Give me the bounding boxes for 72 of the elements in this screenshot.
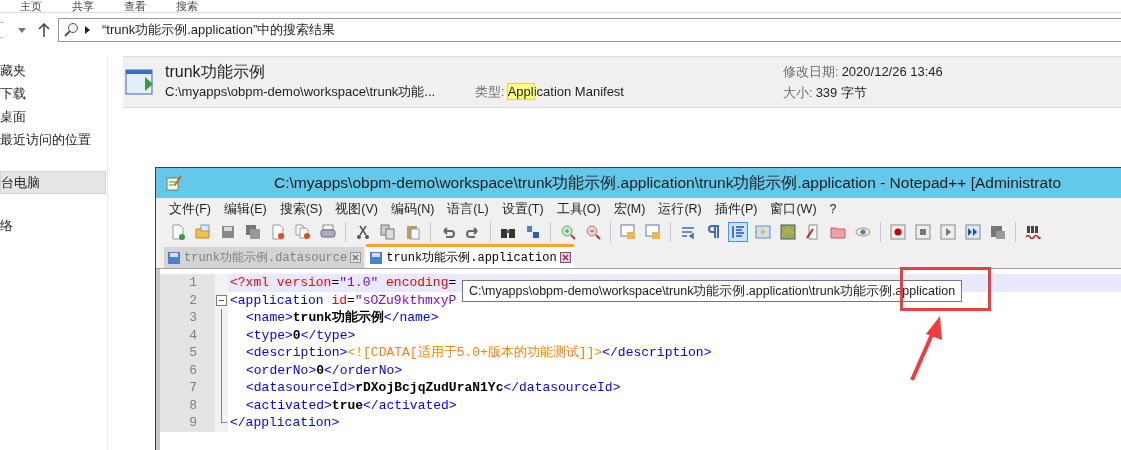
date-label: 修改日期: [783, 62, 839, 81]
window-title: C:\myapps\obpm-demo\workspace\trunk功能示例.application\trunk功能示例.application - Notepad++ [Administrato [274, 173, 1062, 194]
ribbon-tab[interactable]: 搜索 [176, 0, 198, 12]
menu-item[interactable]: 编辑(E) [223, 199, 267, 219]
window-lock-icon[interactable] [643, 221, 663, 242]
line-number: 9 [160, 414, 215, 432]
ribbon-tab[interactable]: 共享 [72, 0, 94, 12]
line-number: 3 [160, 309, 215, 327]
code-line: <type>0</type> [245, 326, 356, 345]
type-value: Application Manifest [507, 83, 624, 102]
line-number: 1 [160, 274, 215, 292]
sidebar-item[interactable]: 台电脑 [0, 171, 106, 194]
menu-item[interactable]: 语言(L) [447, 199, 489, 219]
ribbon-tab[interactable]: 查看 [124, 0, 146, 12]
caret-icon[interactable] [18, 27, 26, 33]
code-line: <name>trunk功能示例</name> [245, 309, 439, 327]
size-value: 339 字节 [815, 84, 867, 102]
code-line: <orderNo>0</orderNo> [245, 361, 403, 380]
menu-item[interactable]: 文件(F) [169, 199, 211, 219]
code-line: <datasourceId>rDXojBcjqZudUraN1Yc</datasourceId> [245, 379, 621, 397]
ribbon-tab[interactable]: 主页 [20, 0, 42, 12]
close-icon[interactable] [559, 252, 571, 263]
open-file-icon[interactable] [193, 221, 213, 242]
sidebar-item[interactable]: 最近访问的位置 [0, 128, 106, 151]
address-text: “trunk功能示例.application”中的搜索结果 [102, 21, 336, 40]
save-icon [167, 250, 181, 265]
type-label: 类型: [475, 83, 505, 102]
menu-item[interactable]: 插件(P) [714, 199, 758, 219]
file-tab[interactable]: trunk功能示例.application [366, 244, 574, 268]
code-line: <activated>true</activated> [245, 396, 457, 415]
fast-forward-icon[interactable] [963, 221, 983, 242]
size-label: 大小: [783, 84, 813, 102]
menu-item[interactable]: 宏(M) [613, 199, 646, 219]
chevron-icon[interactable] [85, 26, 90, 34]
play-icon[interactable] [938, 221, 958, 242]
code-line: <description><![CDATA[适用于5.0+版本的功能测试]]></description> [245, 344, 712, 362]
application-icon [125, 67, 155, 97]
sidebar-item[interactable]: 藏夹 [0, 59, 106, 82]
search-result[interactable]: trunk功能示例 C:\myapps\obpm-demo\workspace\trunk功能... 类型: Application Manifest 修改日期: 2020/12/26 13:46 大小: 339 字节 [123, 56, 1121, 108]
sidebar-item[interactable]: 下载 [0, 82, 106, 105]
line-number: 7 [160, 379, 215, 397]
code-line: <application id="sOZu9kthmxyP [229, 291, 457, 310]
stop-icon[interactable] [913, 221, 933, 242]
search-icon [63, 22, 79, 38]
menu-item[interactable]: 视图(V) [335, 199, 378, 219]
window-lock-icon[interactable] [618, 221, 638, 242]
address-bar[interactable]: “trunk功能示例.application”中的搜索结果 [58, 18, 1121, 42]
record-icon[interactable] [888, 221, 908, 242]
sidebar-item[interactable]: 桌面 [0, 105, 106, 128]
date-value: 2020/12/26 13:46 [841, 62, 943, 81]
save-icon [369, 250, 384, 265]
menu-item[interactable]: 窗口(W) [770, 199, 817, 219]
sidebar-item[interactable]: 络 [0, 214, 106, 237]
indent-guide-icon[interactable] [728, 221, 748, 242]
line-number: 5 [160, 344, 215, 362]
menu-item[interactable]: 设置(T) [501, 199, 544, 219]
menu-item[interactable]: 搜索(S) [279, 199, 323, 219]
map-icon[interactable] [778, 221, 798, 242]
up-arrow-icon[interactable] [38, 23, 50, 37]
copy-icon[interactable] [378, 221, 398, 242]
menu-item[interactable]: 编码(N) [391, 199, 435, 219]
menu-item[interactable]: ? [829, 199, 837, 219]
code-line: <?xml version="1.0" encoding= [229, 274, 457, 292]
close-all-icon[interactable] [293, 221, 313, 242]
code-line: </application> [229, 414, 340, 432]
menu-item[interactable]: 运行(R) [658, 199, 702, 219]
menu-item[interactable]: 工具(O) [556, 199, 601, 219]
close-icon[interactable] [350, 252, 362, 263]
notepad-icon [166, 175, 182, 191]
fold-end-line [221, 414, 227, 423]
result-path: C:\myapps\obpm-demo\workspace\trunk功能... [165, 83, 437, 102]
result-name: trunk功能示例 [165, 62, 266, 83]
